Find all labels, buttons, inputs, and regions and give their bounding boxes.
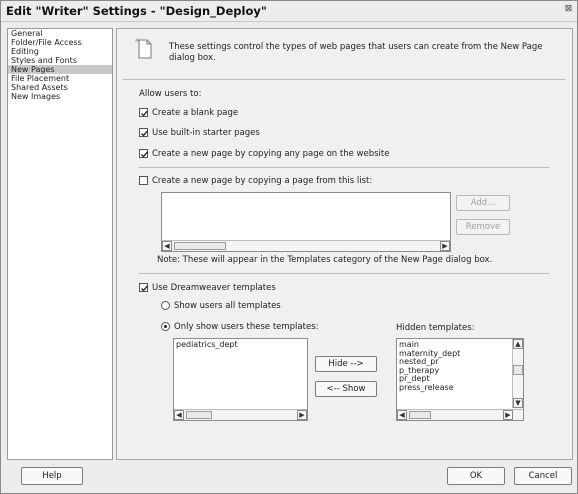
vertical-scrollbar[interactable]: ▲ ▼: [512, 339, 523, 408]
add-button[interactable]: Add...: [456, 195, 510, 211]
show-button[interactable]: <-- Show: [315, 381, 377, 397]
list-item[interactable]: press_release: [397, 383, 509, 393]
close-icon[interactable]: ⊠: [564, 5, 573, 14]
window-title: Edit "Writer" Settings - "Design_Deploy": [6, 4, 267, 18]
horizontal-scrollbar[interactable]: ◀ ▶: [174, 409, 307, 420]
separator: [139, 273, 549, 274]
allow-users-label: Allow users to:: [139, 89, 202, 99]
category-item-new-pages[interactable]: New Pages: [8, 65, 112, 74]
scroll-thumb[interactable]: [174, 242, 226, 250]
hidden-templates-list[interactable]: main maternity_dept nested_pr p_therapy …: [396, 338, 524, 421]
separator: [139, 167, 549, 168]
hidden-templates-label: Hidden templates:: [396, 323, 475, 333]
list-item[interactable]: pediatrics_dept: [174, 339, 307, 350]
horizontal-scrollbar[interactable]: ◀ ▶: [162, 240, 450, 251]
hide-button[interactable]: Hide -->: [315, 356, 377, 372]
show-all-templates-radio[interactable]: [161, 301, 170, 310]
scroll-up-icon[interactable]: ▲: [513, 339, 523, 349]
scroll-left-icon[interactable]: ◀: [174, 410, 184, 420]
cancel-button[interactable]: Cancel: [514, 467, 572, 485]
category-item-file-placement[interactable]: File Placement: [8, 74, 112, 83]
scroll-left-icon[interactable]: ◀: [162, 241, 172, 251]
scroll-left-icon[interactable]: ◀: [397, 410, 407, 420]
title-bar[interactable]: Edit "Writer" Settings - "Design_Deploy"…: [1, 1, 577, 22]
category-item-styles-and-fonts[interactable]: Styles and Fonts: [8, 56, 112, 65]
copy-any-checkbox[interactable]: [139, 149, 148, 158]
copy-list-checkbox[interactable]: [139, 176, 148, 185]
use-dreamweaver-templates-label: Use Dreamweaver templates: [152, 283, 276, 293]
scroll-thumb[interactable]: [513, 365, 523, 375]
scroll-right-icon[interactable]: ▶: [297, 410, 307, 420]
ok-button[interactable]: OK: [447, 467, 505, 485]
radio-selected-dot: [164, 325, 167, 328]
templates-note: Note: These will appear in the Templates…: [157, 255, 493, 265]
new-page-icon: [135, 38, 155, 60]
separator: [123, 79, 565, 80]
use-dreamweaver-templates-checkbox[interactable]: [139, 283, 148, 292]
settings-dialog: Edit "Writer" Settings - "Design_Deploy"…: [0, 0, 578, 494]
use-starter-label: Use built-in starter pages: [152, 128, 260, 138]
remove-button[interactable]: Remove: [456, 219, 510, 235]
copy-list-label: Create a new page by copying a page from…: [152, 176, 373, 186]
copy-any-label: Create a new page by copying any page on…: [152, 149, 390, 159]
category-item-shared-assets[interactable]: Shared Assets: [8, 83, 112, 92]
category-list[interactable]: General Folder/File Access Editing Style…: [7, 28, 113, 460]
scroll-down-icon[interactable]: ▼: [513, 398, 523, 408]
shown-templates-list[interactable]: pediatrics_dept ◀ ▶: [173, 338, 308, 421]
category-item-folder-file-access[interactable]: Folder/File Access: [8, 38, 112, 47]
scroll-right-icon[interactable]: ▶: [503, 410, 513, 420]
page-copy-list[interactable]: ◀ ▶: [161, 192, 451, 252]
category-item-editing[interactable]: Editing: [8, 47, 112, 56]
category-item-general[interactable]: General: [8, 29, 112, 38]
show-all-templates-label: Show users all templates: [174, 301, 281, 311]
category-item-new-images[interactable]: New Images: [8, 92, 112, 101]
use-starter-checkbox[interactable]: [139, 128, 148, 137]
only-show-templates-radio[interactable]: [161, 322, 170, 331]
help-button[interactable]: Help: [21, 467, 83, 485]
horizontal-scrollbar[interactable]: ◀ ▶: [397, 409, 523, 420]
only-show-templates-label: Only show users these templates:: [174, 322, 319, 332]
panel-description: These settings control the types of web …: [169, 42, 543, 63]
scroll-right-icon[interactable]: ▶: [440, 241, 450, 251]
create-blank-label: Create a blank page: [152, 108, 239, 118]
scroll-thumb[interactable]: [186, 411, 212, 419]
scroll-thumb[interactable]: [409, 411, 431, 419]
create-blank-checkbox[interactable]: [139, 108, 148, 117]
new-pages-settings-panel: These settings control the types of web …: [116, 28, 573, 460]
